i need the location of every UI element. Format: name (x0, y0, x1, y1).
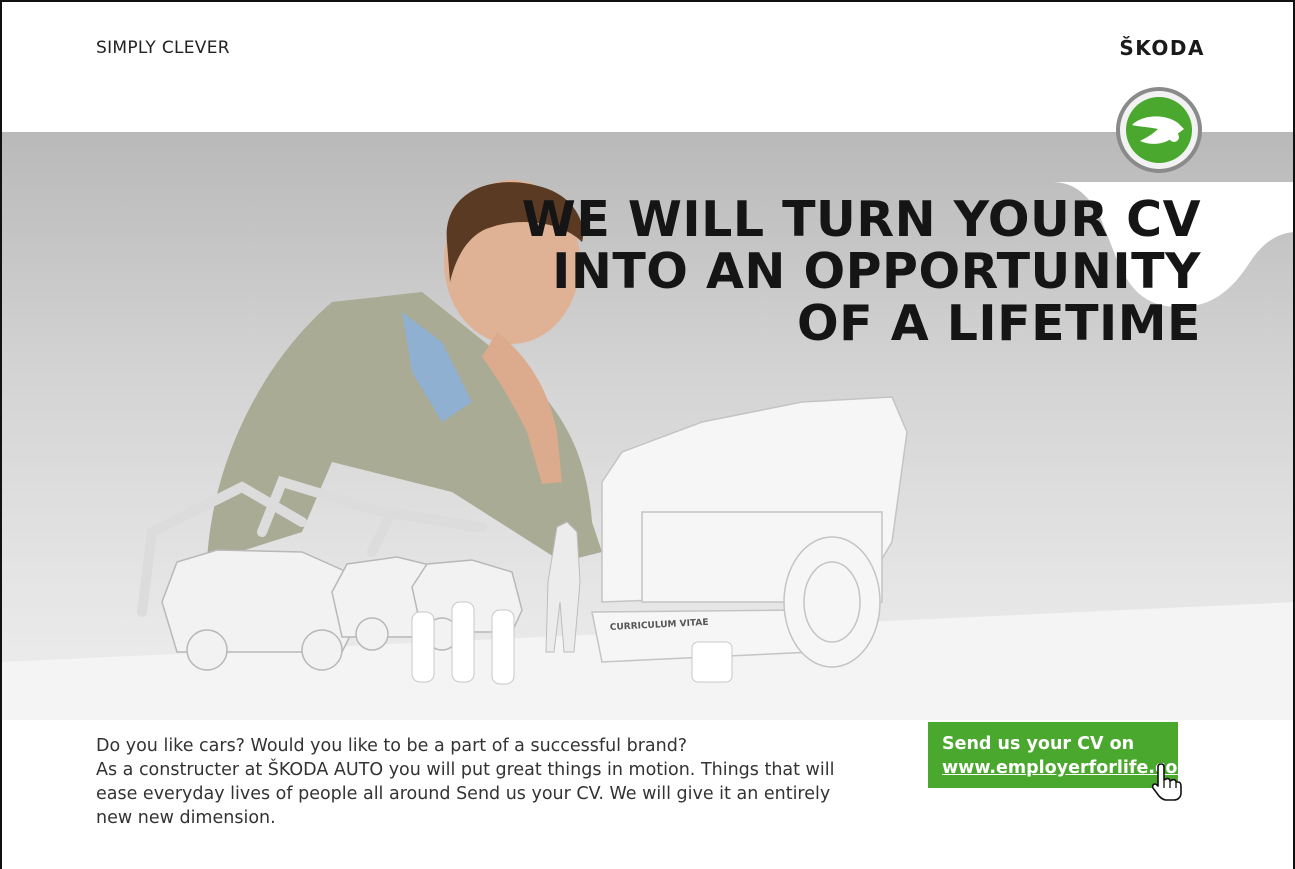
body-line: new new dimension. (96, 808, 276, 828)
headline-line: WE WILL TURN YOUR CV (521, 191, 1201, 248)
skoda-logo-icon (1116, 87, 1202, 173)
headline-line: INTO AN OPPORTUNITY (552, 243, 1201, 300)
tagline: SIMPLY CLEVER (96, 38, 230, 58)
footer: Do you like cars? Would you like to be a… (2, 720, 1293, 869)
body-line: As a constructer at ŠKODA AUTO you will … (96, 760, 835, 780)
advertisement: SIMPLY CLEVER ŠKODA CURRICULUM VITAE WE … (0, 0, 1295, 869)
hand-cursor-icon (1151, 763, 1182, 801)
headline-line: OF A LIFETIME (797, 295, 1201, 352)
body-line: ease everyday lives of people all around… (96, 784, 831, 804)
brand-name: ŠKODA (1119, 36, 1205, 60)
body-copy: Do you like cars? Would you like to be a… (96, 734, 916, 830)
headline: WE WILL TURN YOUR CV INTO AN OPPORTUNITY… (522, 194, 1201, 350)
cta-line: Send us your CV on (942, 734, 1135, 754)
employer-link[interactable]: www.employerforlife.com (942, 756, 1196, 780)
header: SIMPLY CLEVER ŠKODA (2, 2, 1293, 132)
send-cv-button[interactable]: Send us your CV on www.employerforlife.c… (928, 722, 1196, 788)
body-line: Do you like cars? Would you like to be a… (96, 736, 688, 756)
